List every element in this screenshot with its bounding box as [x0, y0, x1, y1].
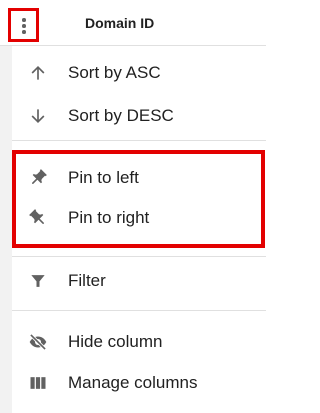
menu-divider [12, 140, 266, 141]
visibility-off-icon [29, 333, 47, 351]
arrow-upward-icon [31, 65, 45, 80]
column-menu-button[interactable] [8, 8, 39, 42]
column-title: Domain ID [85, 15, 155, 31]
menu-item-label: Manage columns [68, 373, 198, 392]
menu-item-label: Pin to left [68, 168, 139, 187]
menu-item-label: Pin to right [68, 208, 150, 227]
menu-item-manage-columns[interactable]: Manage columns [12, 362, 266, 404]
push-pin-icon [32, 169, 47, 184]
menu-item-sort-desc[interactable]: Sort by DESC [12, 95, 266, 137]
menu-item-label: Filter [68, 271, 106, 290]
menu-item-pin-right[interactable]: Pin to right [12, 197, 266, 239]
filter-icon [31, 275, 45, 287]
menu-item-sort-asc[interactable]: Sort by ASC [12, 52, 266, 94]
menu-item-filter[interactable]: Filter [12, 260, 266, 302]
view-column-icon [30, 377, 46, 389]
menu-divider [12, 310, 266, 311]
menu-item-hide-column[interactable]: Hide column [12, 321, 266, 363]
menu-item-pin-left[interactable]: Pin to left [12, 157, 266, 199]
more-vert-icon [21, 18, 27, 34]
menu-divider [12, 256, 266, 257]
grid-background-strip [0, 46, 12, 413]
column-header: Domain ID [0, 0, 266, 46]
arrow-downward-icon [31, 109, 45, 124]
menu-item-label: Sort by ASC [68, 63, 161, 82]
menu-item-label: Sort by DESC [68, 106, 174, 125]
push-pin-icon [29, 209, 44, 224]
menu-item-label: Hide column [68, 332, 163, 351]
